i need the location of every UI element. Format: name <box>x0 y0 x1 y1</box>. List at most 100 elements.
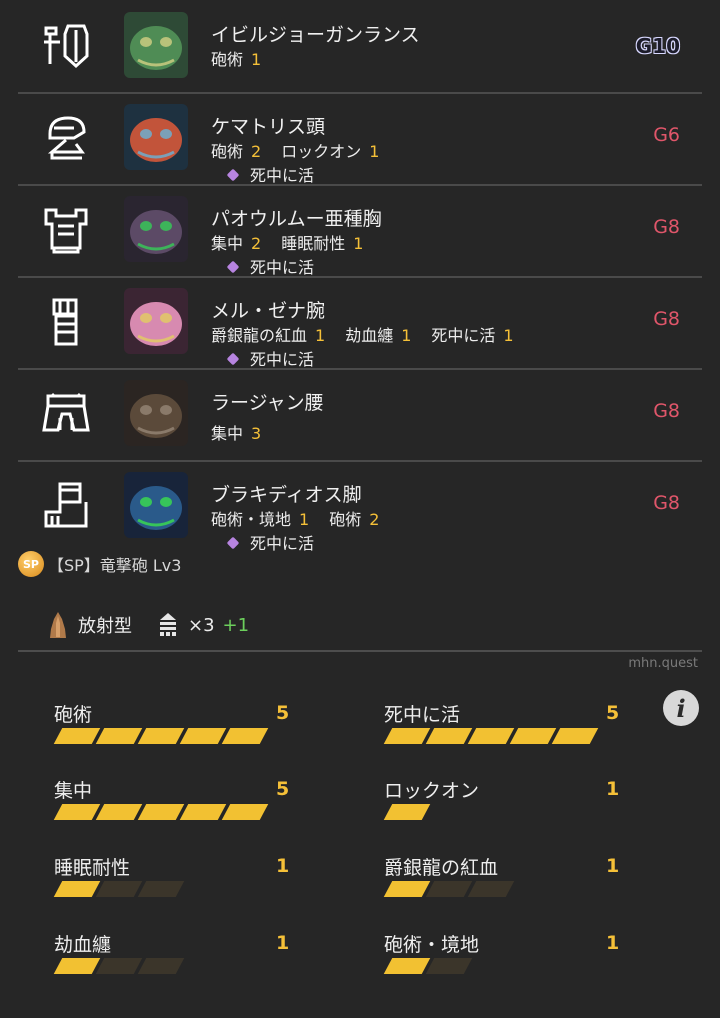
skill-name: 集中 <box>54 780 93 802</box>
skill-level-segment <box>425 881 473 897</box>
shell-capacity: ×3 +1 <box>158 612 249 638</box>
item-skill-level: 2 <box>251 234 262 253</box>
set-bonus-dot-icon <box>226 536 240 550</box>
skill-level-segment <box>53 958 101 974</box>
skill-summary-item: 劫血纏 1 <box>48 930 298 990</box>
item-skill: 砲術 2 <box>211 142 261 161</box>
weapon-slot-icon <box>40 20 92 72</box>
skill-level-segment <box>221 728 269 744</box>
divider <box>18 650 702 652</box>
item-skill-level: 3 <box>251 424 262 443</box>
shell-type: 放射型 <box>48 611 132 639</box>
item-skill-level: 1 <box>251 50 262 69</box>
item-skills: 集中 3 <box>211 420 281 444</box>
set-bonus: 死中に活 <box>226 346 315 370</box>
skill-level-segment <box>383 728 431 744</box>
special-skill: SP 【SP】竜撃砲 Lv3 <box>18 550 181 578</box>
item-skill-name: 爵銀龍の紅血 <box>211 326 308 345</box>
item-skill-level: 1 <box>503 326 514 345</box>
tetranadon-portrait-icon <box>124 104 188 170</box>
skill-summary-item: ロックオン 1 <box>378 776 628 836</box>
skill-level-segment <box>137 881 185 897</box>
shell-bonus: +1 <box>222 614 250 636</box>
grade-badge: G8 <box>653 216 680 238</box>
shell-count: ×3 <box>188 614 215 636</box>
set-bonus: 死中に活 <box>226 530 315 554</box>
skill-level: 1 <box>276 932 290 954</box>
item-skill-name: 集中 <box>211 234 244 253</box>
item-name: パオウルムー亜種胸 <box>211 208 382 230</box>
skill-level-segment <box>53 804 101 820</box>
item-skill-name: 砲術・境地 <box>211 510 292 529</box>
item-skill: 砲術・境地 1 <box>211 510 309 529</box>
skill-level: 1 <box>276 855 290 877</box>
set-bonus-dot-icon <box>226 352 240 366</box>
set-bonus-label: 死中に活 <box>250 166 315 185</box>
set-bonus-dot-icon <box>226 168 240 182</box>
item-skill: 劫血纏 1 <box>345 326 411 345</box>
grade-badge: G10 <box>635 34 680 58</box>
pukei-portrait-icon <box>124 196 188 262</box>
equipment-row[interactable]: パオウルムー亜種胸 集中 2 睡眠耐性 1 死中に活 G8 <box>18 184 702 278</box>
brachydios-portrait-icon <box>124 472 188 538</box>
grade-badge: G8 <box>653 492 680 514</box>
item-skill: 集中 2 <box>211 234 261 253</box>
skill-level-segment <box>95 728 143 744</box>
skill-level: 1 <box>606 778 620 800</box>
skill-level-segment <box>425 958 473 974</box>
head-slot-icon <box>40 112 92 164</box>
equipment-row[interactable]: イビルジョーガンランス 砲術 1 G10 <box>18 0 702 94</box>
skill-summary-item: 集中 5 <box>48 776 298 836</box>
item-skill: 死中に活 1 <box>431 326 513 345</box>
item-skill-name: 砲術 <box>211 50 244 69</box>
item-skill-level: 1 <box>299 510 310 529</box>
equipment-row[interactable]: ラージャン腰 集中 3 G8 <box>18 368 702 462</box>
item-skill-name: 集中 <box>211 424 244 443</box>
equipment-row[interactable]: ケマトリス頭 砲術 2 ロックオン 1 死中に活 G6 <box>18 92 702 186</box>
item-skill-name: 死中に活 <box>431 326 496 345</box>
set-bonus: 死中に活 <box>226 254 314 278</box>
skill-level-segment <box>551 728 599 744</box>
skill-level: 5 <box>276 778 290 800</box>
skill-level-segment <box>53 728 101 744</box>
item-skill: 睡眠耐性 1 <box>281 234 363 253</box>
item-skill: 爵銀龍の紅血 1 <box>211 326 325 345</box>
item-name: メル・ゼナ腕 <box>211 300 326 322</box>
equipment-row[interactable]: メル・ゼナ腕 爵銀龍の紅血 1 劫血纏 1 死中に活 1 死中に活 G8 <box>18 276 702 370</box>
item-skill-level: 1 <box>353 234 364 253</box>
skill-level-segment <box>425 728 473 744</box>
legs-slot-icon <box>40 480 92 532</box>
site-watermark: mhn.quest <box>628 656 698 671</box>
skill-name: ロックオン <box>384 780 480 802</box>
item-name: ケマトリス頭 <box>211 116 326 138</box>
set-bonus-label: 死中に活 <box>250 534 315 553</box>
skill-name: 砲術・境地 <box>384 934 480 956</box>
skill-level: 5 <box>606 702 620 724</box>
skill-level-segment <box>95 881 143 897</box>
waist-slot-icon <box>40 388 92 440</box>
item-skill-level: 1 <box>315 326 326 345</box>
skill-summary-item: 睡眠耐性 1 <box>48 853 298 913</box>
skill-level-segment <box>179 728 227 744</box>
skill-summary-item: 砲術・境地 1 <box>378 930 628 990</box>
grade-badge: G6 <box>653 124 680 146</box>
skill-summary-item: 砲術 5 <box>48 700 298 760</box>
info-icon[interactable]: i <box>663 690 699 726</box>
set-bonus-label: 死中に活 <box>250 350 315 369</box>
arms-slot-icon <box>40 296 92 348</box>
skill-level-segment <box>383 804 431 820</box>
skill-level-segment <box>221 804 269 820</box>
grade-badge: G8 <box>653 308 680 330</box>
set-bonus-dot-icon <box>226 260 240 274</box>
item-skill: 砲術 2 <box>329 510 379 529</box>
item-skills: 砲術・境地 1 砲術 2 <box>211 506 399 530</box>
equipment-row[interactable]: ブラキディオス脚 砲術・境地 1 砲術 2 死中に活 G8 <box>18 460 702 554</box>
item-skill-name: 睡眠耐性 <box>281 234 346 253</box>
sp-badge-icon: SP <box>18 551 44 577</box>
item-skill-name: 砲術 <box>329 510 362 529</box>
skill-name: 睡眠耐性 <box>54 857 131 879</box>
skill-level-segment <box>467 728 515 744</box>
item-skills: 集中 2 睡眠耐性 1 <box>211 230 383 254</box>
item-skill-name: 劫血纏 <box>345 326 394 345</box>
shell-type-icon <box>50 612 66 638</box>
